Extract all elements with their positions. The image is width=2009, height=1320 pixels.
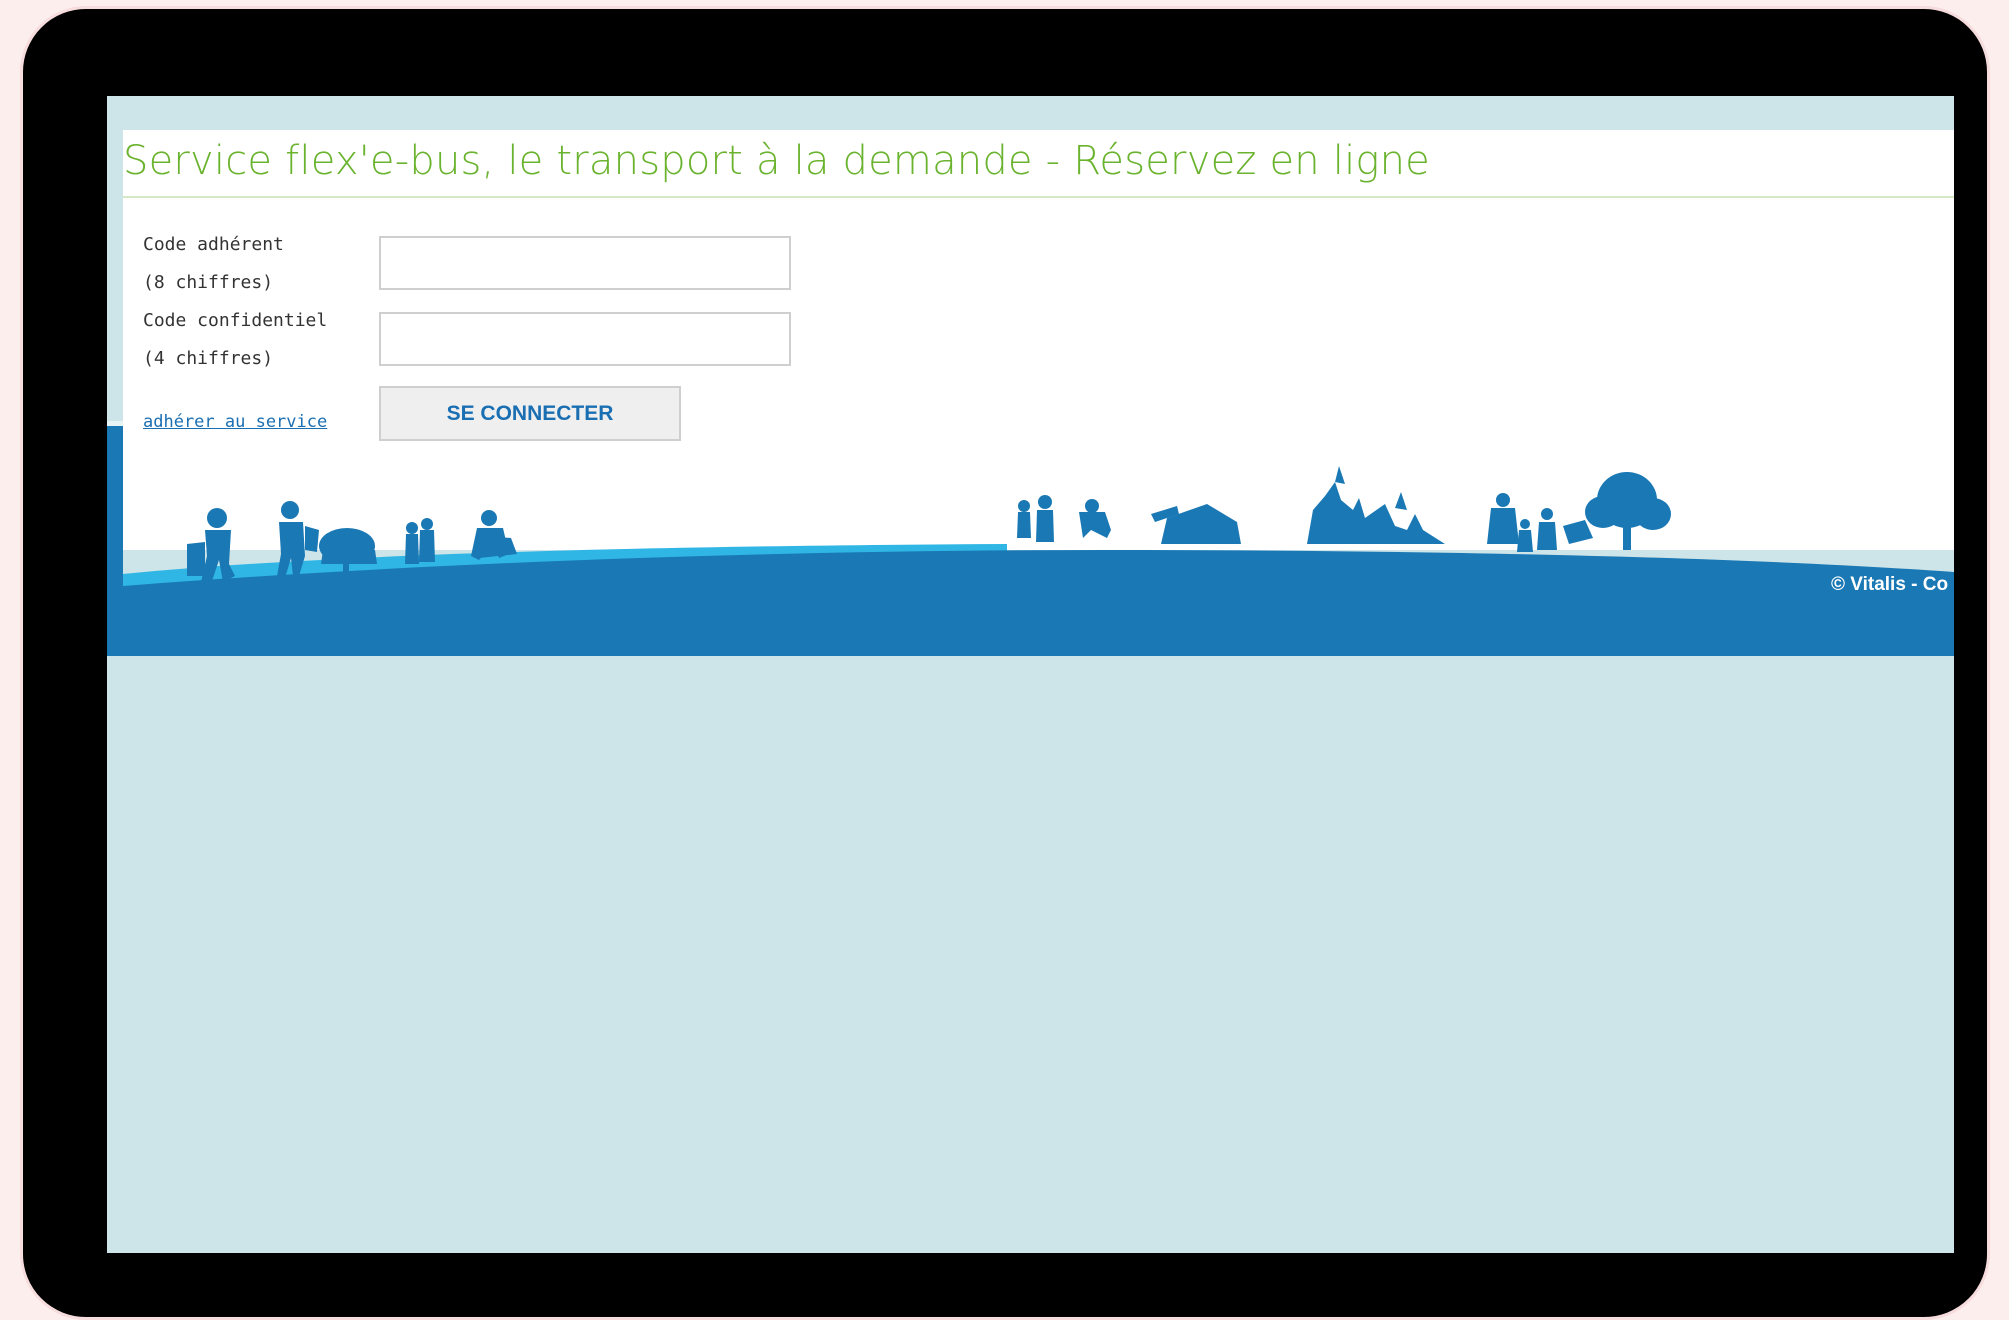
dark-blue-ground — [107, 426, 1954, 656]
device-frame: Service flex'e-bus, le transport à la de… — [20, 6, 1990, 1320]
member-code-hint: (8 chiffres) — [143, 272, 274, 293]
title-divider — [123, 196, 1954, 198]
pin-code-hint: (4 chiffres) — [143, 348, 274, 369]
people-silhouettes-right — [1017, 466, 1671, 552]
page-title: Service flex'e-bus, le transport à la de… — [123, 138, 1430, 184]
browser-viewport: Service flex'e-bus, le transport à la de… — [107, 96, 1954, 1253]
pin-code-input[interactable] — [379, 312, 791, 366]
member-code-input[interactable] — [379, 236, 791, 290]
landscape-silhouette-banner — [107, 426, 1954, 656]
copyright-text: © Vitalis - Co — [1831, 574, 1949, 595]
member-code-label: Code adhérent — [143, 234, 284, 255]
pin-code-label: Code confidentiel — [143, 310, 328, 331]
